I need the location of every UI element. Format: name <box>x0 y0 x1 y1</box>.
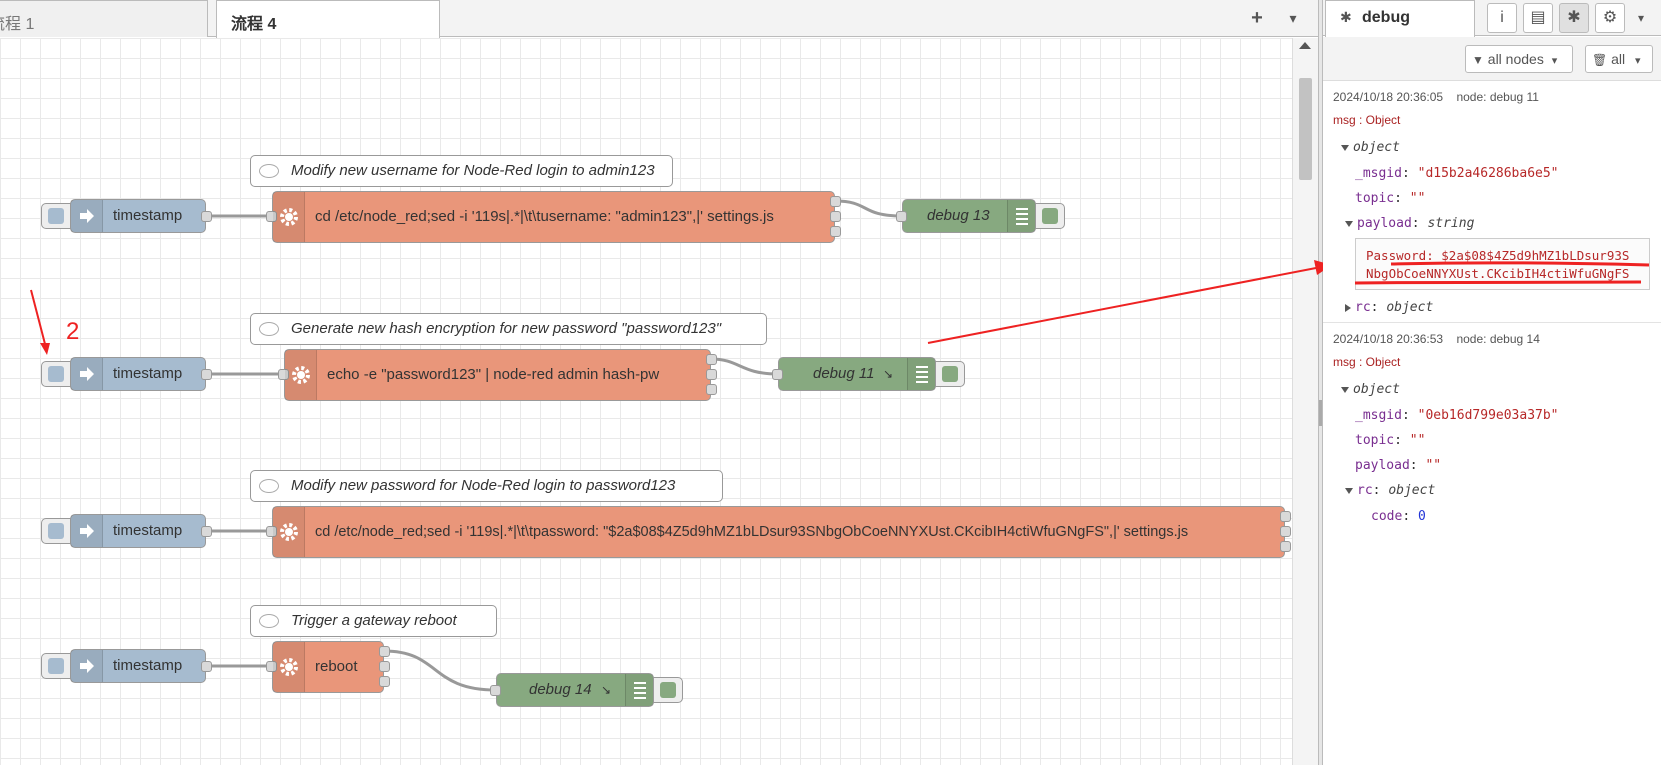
value-label: "0eb16d799e03a37b" <box>1417 408 1559 423</box>
message-node[interactable]: node: debug 14 <box>1456 332 1539 346</box>
gear-icon[interactable]: ⚙ <box>1595 3 1625 33</box>
bug-icon[interactable]: ✱ <box>1559 3 1589 33</box>
key-label: rc <box>1355 300 1371 315</box>
debug-messages: 2024/10/18 20:36:05 node: debug 11 msg :… <box>1323 82 1661 537</box>
message-type: msg : Object <box>1333 113 1401 127</box>
message-node[interactable]: node: debug 11 <box>1456 90 1539 104</box>
filter-label: all nodes <box>1487 51 1544 67</box>
annotation-arrow <box>927 267 1317 344</box>
message-meta: 2024/10/18 20:36:05 node: debug 11 <box>1333 90 1539 104</box>
chevron-down-icon[interactable]: ▾ <box>1627 4 1655 32</box>
key-label: payload <box>1355 458 1410 473</box>
value-label: "" <box>1425 458 1442 473</box>
caret-down-icon <box>1345 487 1353 494</box>
chevron-down-icon: ▾ <box>1551 55 1558 67</box>
tree-row-topic: topic: "" <box>1355 191 1426 206</box>
tab-label: debug <box>1362 9 1410 26</box>
message-type: msg : Object <box>1333 355 1401 369</box>
tree-root[interactable]: object <box>1341 140 1400 155</box>
clear-messages-dropdown[interactable]: 🗑 all ▾ <box>1585 45 1653 73</box>
chevron-down-icon: ▾ <box>1635 55 1641 67</box>
tree-row-msgid: _msgid: "0eb16d799e03a37b" <box>1355 408 1559 423</box>
value-label: "d15b2a46286ba6e5" <box>1417 166 1559 181</box>
trash-icon: 🗑 <box>1592 53 1608 67</box>
filter-icon: ▼ <box>1472 53 1484 67</box>
sidebar-tab-bar: ✱ debug i ▤ ✱ ⚙ ▾ <box>1323 0 1661 37</box>
tree-row-rc[interactable]: rc: object <box>1345 300 1433 315</box>
value-label: "" <box>1409 433 1426 448</box>
tree-row-payload: payload: "" <box>1355 458 1442 473</box>
message-time: 2024/10/18 20:36:53 <box>1333 332 1444 346</box>
tree-row-msgid: _msgid: "d15b2a46286ba6e5" <box>1355 166 1559 181</box>
caret-down-icon <box>1341 386 1349 393</box>
key-label: code <box>1371 509 1403 524</box>
tree-row-rc[interactable]: rc: object <box>1345 483 1435 498</box>
type-label: object <box>1353 382 1400 397</box>
key-label: _msgid <box>1355 408 1402 423</box>
type-label: object <box>1353 140 1400 155</box>
type-label: object <box>1388 483 1436 498</box>
bug-icon: ✱ <box>1340 9 1352 25</box>
tree-row-code: code: 0 <box>1371 509 1426 524</box>
tab-debug[interactable]: ✱ debug <box>1325 0 1475 37</box>
message-meta: 2024/10/18 20:36:53 node: debug 14 <box>1333 332 1540 346</box>
key-label: rc <box>1357 483 1373 498</box>
type-label: object <box>1386 300 1434 315</box>
message-divider <box>1323 322 1661 323</box>
caret-down-icon <box>1345 220 1353 227</box>
key-label: payload <box>1357 216 1412 231</box>
tree-root[interactable]: object <box>1341 382 1400 397</box>
key-label: _msgid <box>1355 166 1402 181</box>
caret-right-icon <box>1345 303 1351 312</box>
value-label: 0 <box>1417 509 1426 524</box>
type-label: string <box>1427 216 1475 231</box>
value-label: "" <box>1409 191 1426 206</box>
debug-toolbar: ▼ all nodes ▾ 🗑 all ▾ <box>1323 37 1661 81</box>
debug-sidebar: ✱ debug i ▤ ✱ ⚙ ▾ ▼ all nodes ▾ 🗑 all ▾ … <box>1323 0 1661 765</box>
info-icon[interactable]: i <box>1487 3 1517 33</box>
key-label: topic <box>1355 191 1395 206</box>
clear-label: all <box>1611 51 1626 67</box>
caret-down-icon <box>1341 144 1349 151</box>
annotation-underline <box>1354 261 1650 285</box>
book-icon[interactable]: ▤ <box>1523 3 1553 33</box>
message-time: 2024/10/18 20:36:05 <box>1333 90 1444 104</box>
tree-row-payload[interactable]: payload: string <box>1345 216 1474 231</box>
filter-nodes-dropdown[interactable]: ▼ all nodes ▾ <box>1465 45 1573 73</box>
tree-row-topic: topic: "" <box>1355 433 1426 448</box>
key-label: topic <box>1355 433 1395 448</box>
